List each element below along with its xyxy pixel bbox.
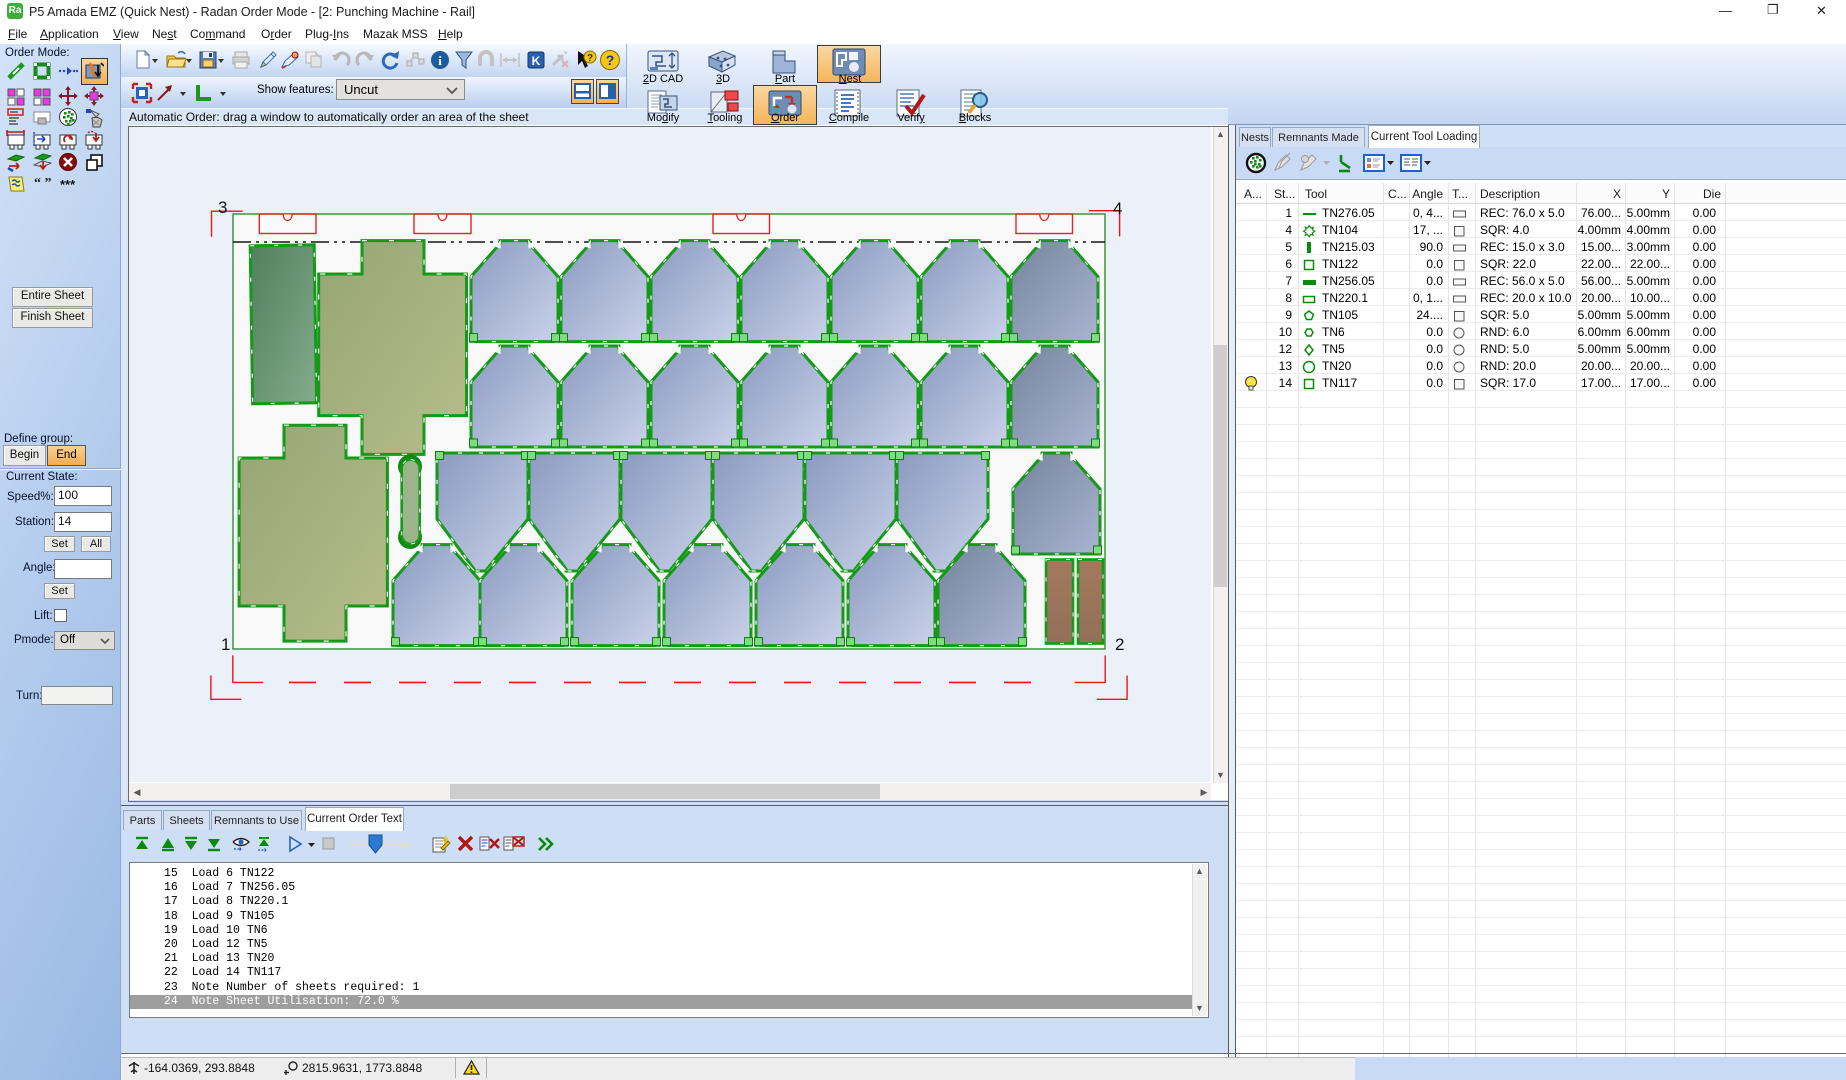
svg-text:***: *** bbox=[60, 177, 76, 192]
svg-text:3: 3 bbox=[218, 198, 227, 217]
svg-text:i: i bbox=[438, 53, 442, 68]
svg-text:2: 2 bbox=[1115, 635, 1124, 654]
svg-text:“ ”: “ ” bbox=[34, 176, 52, 191]
svg-text:1: 1 bbox=[221, 635, 230, 654]
svg-text:?: ? bbox=[606, 52, 615, 68]
svg-text:?: ? bbox=[587, 53, 593, 64]
svg-text:K: K bbox=[532, 54, 541, 68]
svg-text:4: 4 bbox=[1113, 199, 1122, 218]
